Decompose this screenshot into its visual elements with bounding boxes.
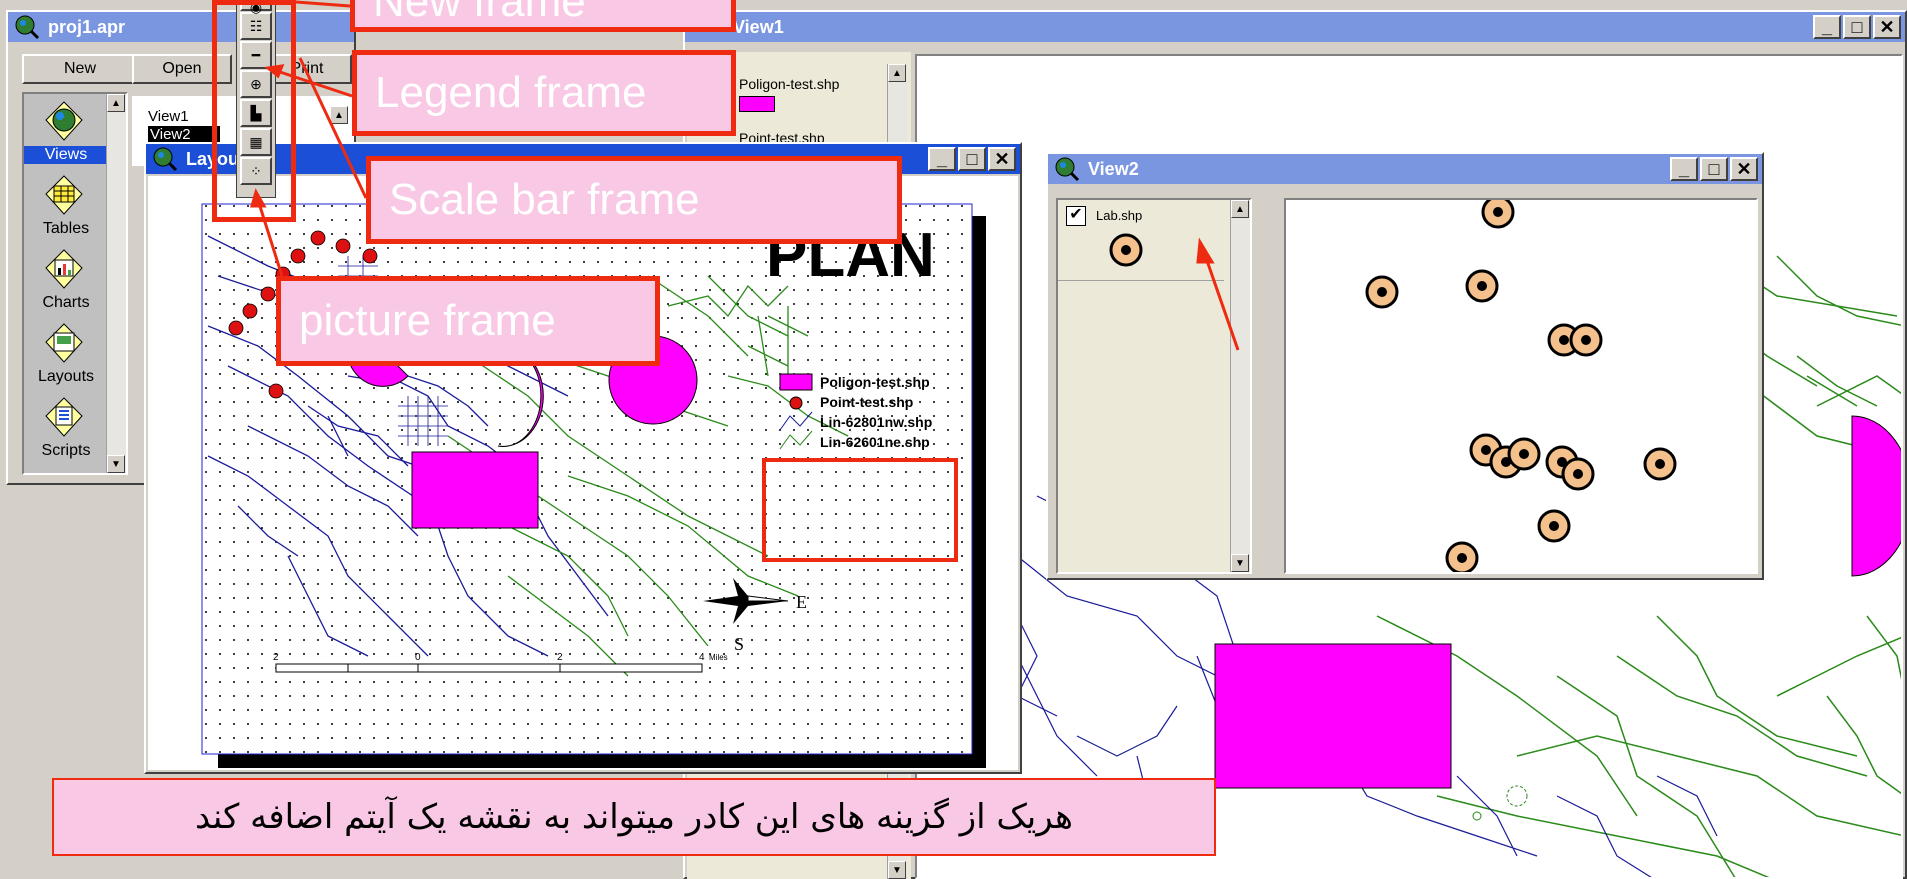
caption-text: هریک از گزینه های این کادر میتواند به نق…	[195, 797, 1073, 837]
caption-box: هریک از گزینه های این کادر میتواند به نق…	[52, 778, 1216, 856]
annotation-arrows	[250, 0, 1240, 351]
